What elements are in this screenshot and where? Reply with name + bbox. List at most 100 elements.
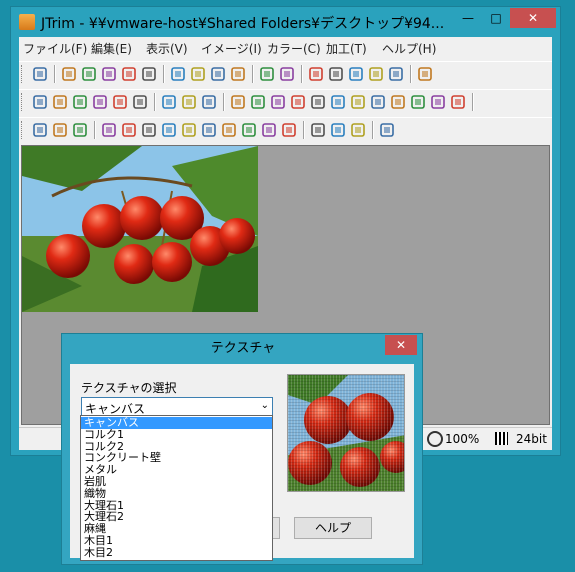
toolbar-separator [154,93,156,111]
menu-process[interactable]: 加工(T) [326,40,367,57]
batch-icon[interactable] [229,65,247,83]
paste-new-icon[interactable] [209,65,227,83]
pen-icon[interactable] [409,93,427,111]
toolbar-separator [223,93,225,111]
dropdown-option[interactable]: メタル [81,464,272,476]
toolbar-separator [410,65,412,83]
dropdown-option[interactable]: 大理石2 [81,511,272,523]
palette-icon[interactable] [416,65,434,83]
texture-select-label: テクスチャの選択 [81,381,177,395]
zoom-in-icon[interactable] [329,121,347,139]
mosaic-icon[interactable] [329,93,347,111]
print-icon[interactable] [120,65,138,83]
color-bar-icon[interactable] [120,121,138,139]
menu-image[interactable]: イメージ(I) [201,40,262,57]
menu-bar: ファイル(F) 編集(E) 表示(V) イメージ(I) カラー(C) 加工(T)… [19,37,552,59]
new-window-icon[interactable] [31,65,49,83]
dropdown-option[interactable]: コルク1 [81,428,272,441]
copy-icon[interactable] [169,65,187,83]
chevron-down-icon: ⌄ [260,400,269,411]
title-bar[interactable]: JTrim - ¥¥vmware-host¥Shared Folders¥デスク… [11,7,560,37]
toolbar-grip[interactable] [21,93,25,111]
grid-icon[interactable] [367,65,385,83]
app-icon [19,14,35,30]
flip-horizontal-icon[interactable] [71,93,89,111]
toolbar-grip[interactable] [21,65,25,83]
zoom-menu-icon[interactable] [309,121,327,139]
eyedropper-icon[interactable] [378,121,396,139]
blur-icon[interactable] [349,93,367,111]
new-file-icon[interactable] [60,65,78,83]
text-icon[interactable] [327,65,345,83]
dropdown-option[interactable]: 織物 [81,487,272,500]
color-depth-icon [495,432,508,445]
rotate-left-icon[interactable] [160,93,178,111]
xor-icon[interactable] [260,121,278,139]
help-button[interactable]: ヘルプ [294,517,372,539]
window-title: JTrim - ¥¥vmware-host¥Shared Folders¥デスク… [41,16,445,32]
eraser-icon[interactable] [429,93,447,111]
toolbar-separator [252,65,254,83]
toolbar-row-2 [19,89,552,115]
frame-icon[interactable] [131,93,149,111]
open-folder-icon[interactable] [80,65,98,83]
toolbar-separator [372,121,374,139]
menu-help[interactable]: ヘルプ(H) [382,40,436,57]
texture-select[interactable]: キャンバス ⌄ [81,397,273,416]
texture-dropdown-list: キャンバス コルク1 コルク2 コンクリート壁 メタル 岩肌 織物 大理石1 大理石2 麻縄 木目1… [80,415,273,561]
wave-icon[interactable] [309,93,327,111]
minimize-button[interactable]: — [455,9,481,29]
edge-icon[interactable] [389,93,407,111]
dialog-title[interactable]: テクスチャ [62,334,424,364]
sharpen-icon[interactable] [369,93,387,111]
grayscale-icon[interactable] [31,121,49,139]
menu-color[interactable]: カラー(C) [267,40,321,57]
paste-icon[interactable] [189,65,207,83]
toolbar-row-3 [19,117,552,143]
sparkle-icon[interactable] [100,121,118,139]
palette-blue-icon[interactable] [140,121,158,139]
gamma-icon[interactable] [180,121,198,139]
dialog-close-button[interactable]: ✕ [385,335,417,355]
zoom-icon [427,431,443,447]
rotate-right-icon[interactable] [180,93,198,111]
close-button[interactable]: ✕ [510,8,556,28]
print-preview-icon[interactable] [140,65,158,83]
noise-icon[interactable] [289,93,307,111]
rotate-free-icon[interactable] [200,93,218,111]
image-icon[interactable] [160,121,178,139]
rgb-icon[interactable] [240,121,258,139]
menu-view[interactable]: 表示(V) [146,40,188,57]
menu-file[interactable]: ファイル(F) [23,40,87,57]
color-wheel-icon[interactable] [200,121,218,139]
save-icon[interactable] [100,65,118,83]
fit-icon[interactable] [307,65,325,83]
toolbar-separator [301,65,303,83]
sepia-icon[interactable] [51,121,69,139]
flip-vertical-icon[interactable] [91,93,109,111]
color-depth: 24bit [516,432,547,446]
redo-icon[interactable] [278,65,296,83]
spot-icon[interactable] [269,93,287,111]
dropdown-option[interactable]: 岩肌 [81,476,272,488]
shadow-icon[interactable] [229,93,247,111]
cherry-image [22,146,258,312]
menu-edit[interactable]: 編集(E) [91,40,132,57]
toolbar-separator [163,65,165,83]
align-icon[interactable] [347,65,365,83]
toolbar-grip[interactable] [21,121,25,139]
dropdown-option[interactable]: 木目2 [81,546,272,559]
maximize-button[interactable]: □ [483,9,509,29]
checker-icon[interactable] [220,121,238,139]
mirror-icon[interactable] [111,93,129,111]
negative-icon[interactable] [71,121,89,139]
filmstrip-icon[interactable] [387,65,405,83]
zoom-out-icon[interactable] [349,121,367,139]
crop-icon[interactable] [31,93,49,111]
resize-icon[interactable] [51,93,69,111]
gradient-icon[interactable] [249,93,267,111]
toolbar-separator [54,65,56,83]
brightness-icon[interactable] [280,121,298,139]
undo-icon[interactable] [258,65,276,83]
spiral-icon[interactable] [449,93,467,111]
